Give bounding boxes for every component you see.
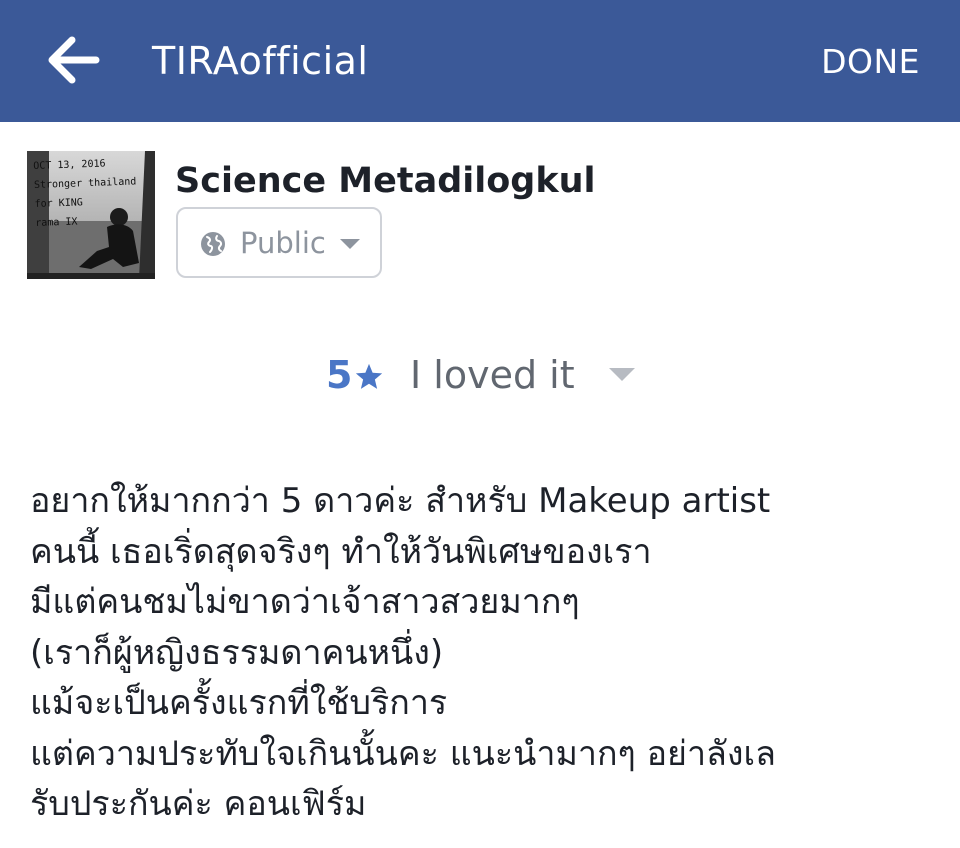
review-line: รับประกันค่ะ คอนเฟิร์ม bbox=[30, 784, 367, 824]
privacy-label: Public bbox=[240, 226, 326, 260]
caret-down-icon bbox=[609, 368, 635, 381]
review-text-field[interactable]: อยากให้มากกว่า 5 ดาวค่ะ สำหรับ Makeup ar… bbox=[30, 476, 940, 830]
privacy-selector[interactable]: Public bbox=[176, 207, 382, 278]
avatar-caption-line: Stronger thailand bbox=[33, 176, 137, 191]
review-line: คนนี้ เธอเริ่ดสุดจริงๆ ทำให้วันพิเศษของเ… bbox=[30, 531, 652, 572]
review-line: แม้จะเป็นครั้งแรกที่ใช้บริการ bbox=[30, 683, 448, 723]
top-bar: TIRAofficial DONE bbox=[0, 0, 960, 122]
avatar[interactable]: OCT 13, 2016 Stronger thailand for KING … bbox=[27, 151, 155, 279]
review-line: อยากให้มากกว่า 5 ดาวค่ะ สำหรับ Makeup ar… bbox=[30, 481, 771, 521]
page-title: TIRAofficial bbox=[152, 39, 369, 83]
review-line: (เราก็ผู้หญิงธรรมดาคนหนึ่ง) bbox=[30, 632, 444, 673]
review-line: แต่ความประทับใจเกินนั้นคะ แนะนำมากๆ อย่า… bbox=[30, 733, 776, 774]
rating-label: I loved it bbox=[410, 353, 575, 397]
star-icon bbox=[355, 363, 383, 389]
author-name[interactable]: Science Metadilogkul bbox=[175, 158, 596, 204]
arrow-left-icon bbox=[48, 36, 100, 84]
avatar-caption-line: rama IX bbox=[35, 216, 78, 229]
back-button[interactable] bbox=[44, 32, 102, 88]
done-button[interactable]: DONE bbox=[821, 38, 920, 86]
globe-icon bbox=[201, 232, 225, 256]
review-line: มีแต่คนชมไม่ขาดว่าเจ้าสาวสวยมากๆ bbox=[30, 582, 580, 622]
avatar-caption: OCT 13, 2016 Stronger thailand for KING … bbox=[33, 153, 138, 233]
rating-value: 5 bbox=[326, 353, 353, 397]
caret-down-icon bbox=[340, 239, 360, 249]
